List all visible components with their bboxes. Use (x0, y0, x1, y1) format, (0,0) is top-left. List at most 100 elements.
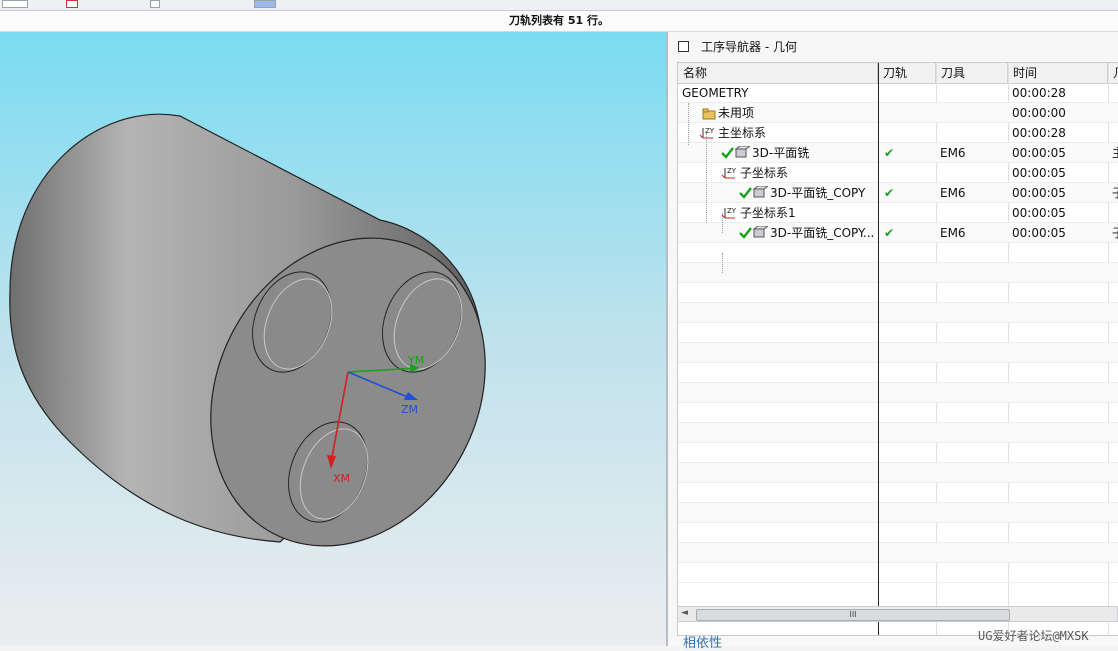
tree-connector (688, 103, 689, 145)
column-header-time[interactable]: 时间 (1008, 63, 1108, 83)
navigator-grid[interactable]: 名称 刀轨 刀具 时间 几 GEOMETRY 00:00:28 未用项 00:00:0… (677, 62, 1118, 636)
operation-icon (738, 225, 770, 243)
empty-row (678, 383, 1118, 403)
row-name-cell[interactable]: ZY 子坐标系 (716, 163, 878, 183)
empty-row (678, 463, 1118, 483)
grid-header: 名称 刀轨 刀具 时间 几 (678, 63, 1118, 84)
row-name-cell[interactable]: GEOMETRY (678, 83, 878, 103)
toolbar-button[interactable] (2, 0, 28, 8)
empty-row (678, 543, 1118, 563)
empty-row (678, 523, 1118, 543)
row-name-cell[interactable]: 3D-平面铣 (716, 143, 878, 163)
row-tool (936, 83, 1008, 103)
empty-row (678, 263, 1118, 283)
empty-row (678, 563, 1118, 583)
name-column-divider (878, 63, 879, 635)
row-time: 00:00:05 (1012, 186, 1066, 200)
row-time: 00:00:05 (1012, 206, 1066, 220)
row-time: 00:00:00 (1012, 106, 1066, 120)
mcs-icon: ZY (720, 166, 738, 183)
table-row[interactable]: ZY 主坐标系 00:00:28 (678, 123, 1118, 143)
row-path-status (878, 203, 936, 223)
zm-label: ZM (401, 403, 418, 416)
row-geometry: 子 (1108, 183, 1118, 203)
svg-text:ZY: ZY (727, 167, 737, 175)
table-row[interactable]: 3D-平面铣 ✔ EM6 00:00:05 主 (678, 143, 1118, 163)
empty-row (678, 343, 1118, 363)
row-geometry (1108, 103, 1118, 123)
row-geometry: 主 (1108, 143, 1118, 163)
row-name-cell[interactable]: ZY 子坐标系1 (716, 203, 878, 223)
row-time: 00:00:05 (1012, 226, 1066, 240)
row-tool (936, 123, 1008, 143)
row-geometry (1108, 83, 1118, 103)
row-tool (936, 203, 1008, 223)
cylinder-body (9, 113, 486, 547)
row-geometry (1108, 163, 1118, 183)
svg-text:ZY: ZY (727, 207, 737, 215)
row-tool: EM6 (940, 146, 966, 160)
row-name: 主坐标系 (718, 126, 767, 140)
scroll-left-icon[interactable]: ◄ (681, 608, 688, 618)
table-row[interactable]: GEOMETRY 00:00:28 (678, 83, 1118, 103)
model-3d-view[interactable]: YM ZM XM (0, 32, 666, 646)
ym-label: YM (407, 354, 424, 367)
table-row[interactable]: 3D-平面铣_COPY ✔ EM6 00:00:05 子 (678, 183, 1118, 203)
row-geometry (1108, 123, 1118, 143)
row-name-cell[interactable]: 未用项 (698, 103, 878, 123)
status-message: 刀轨列表有 51 行。 (0, 11, 1118, 32)
row-geometry (1108, 203, 1118, 223)
column-header-tool[interactable]: 刀具 (936, 63, 1008, 83)
graphics-viewport[interactable]: YM ZM XM (0, 32, 666, 646)
row-tool (936, 103, 1008, 123)
operation-icon (738, 185, 770, 203)
table-row[interactable]: 3D-平面铣_COPY... ✔ EM6 00:00:05 子 (678, 223, 1118, 243)
table-row[interactable]: 未用项 00:00:00 (678, 103, 1118, 123)
row-name: 子坐标系1 (740, 206, 796, 220)
row-path-status: ✔ (884, 146, 895, 160)
empty-row (678, 443, 1118, 463)
pin-checkbox[interactable] (678, 41, 689, 52)
column-header-path[interactable]: 刀轨 (878, 63, 936, 83)
navigator-title: 工序导航器 - 几何 (678, 38, 797, 56)
row-path-status: ✔ (884, 226, 895, 240)
empty-row (678, 423, 1118, 443)
tree-connector (706, 133, 707, 223)
toolbar-button[interactable] (150, 0, 160, 8)
empty-row (678, 243, 1118, 263)
row-path-status (878, 123, 936, 143)
row-name: 3D-平面铣_COPY (770, 186, 866, 200)
empty-row (678, 483, 1118, 503)
folder-icon (702, 106, 716, 123)
tree-connector (722, 213, 723, 233)
toolbar-button[interactable] (254, 0, 276, 8)
row-name-cell[interactable]: 3D-平面铣_COPY... (734, 223, 878, 243)
row-tool: EM6 (940, 186, 966, 200)
row-name-cell[interactable]: ZY 主坐标系 (694, 123, 878, 143)
toolbar (0, 0, 1118, 11)
tree-connector (722, 253, 723, 273)
empty-row (678, 323, 1118, 343)
operation-navigator: 工序导航器 - 几何 名称 刀轨 刀具 时间 几 GEOMETRY 00:00:2… (668, 32, 1118, 651)
table-row[interactable]: ZY 子坐标系 00:00:05 (678, 163, 1118, 183)
column-header-name[interactable]: 名称 (678, 63, 878, 83)
row-path-status (878, 163, 936, 183)
row-name-cell[interactable]: 3D-平面铣_COPY (734, 183, 878, 203)
dependency-link[interactable]: 相依性 (683, 632, 722, 651)
scroll-thumb[interactable]: III (696, 609, 1010, 621)
row-path-status (878, 103, 936, 123)
table-row[interactable]: ZY 子坐标系1 00:00:05 (678, 203, 1118, 223)
row-geometry: 子 (1108, 223, 1118, 243)
row-time: 00:00:28 (1012, 86, 1066, 100)
watermark: UG爱好者论坛@MXSK (978, 629, 1089, 643)
xm-label: XM (333, 472, 350, 485)
row-name: 3D-平面铣_COPY... (770, 226, 875, 240)
horizontal-scrollbar[interactable]: ◄ III (677, 606, 1118, 622)
toolbar-button[interactable] (66, 0, 78, 8)
empty-row (678, 363, 1118, 383)
operation-icon (720, 145, 752, 163)
row-tool (936, 163, 1008, 183)
empty-row (678, 303, 1118, 323)
column-header-geometry[interactable]: 几 (1108, 63, 1118, 83)
mcs-icon: ZY (698, 126, 716, 143)
